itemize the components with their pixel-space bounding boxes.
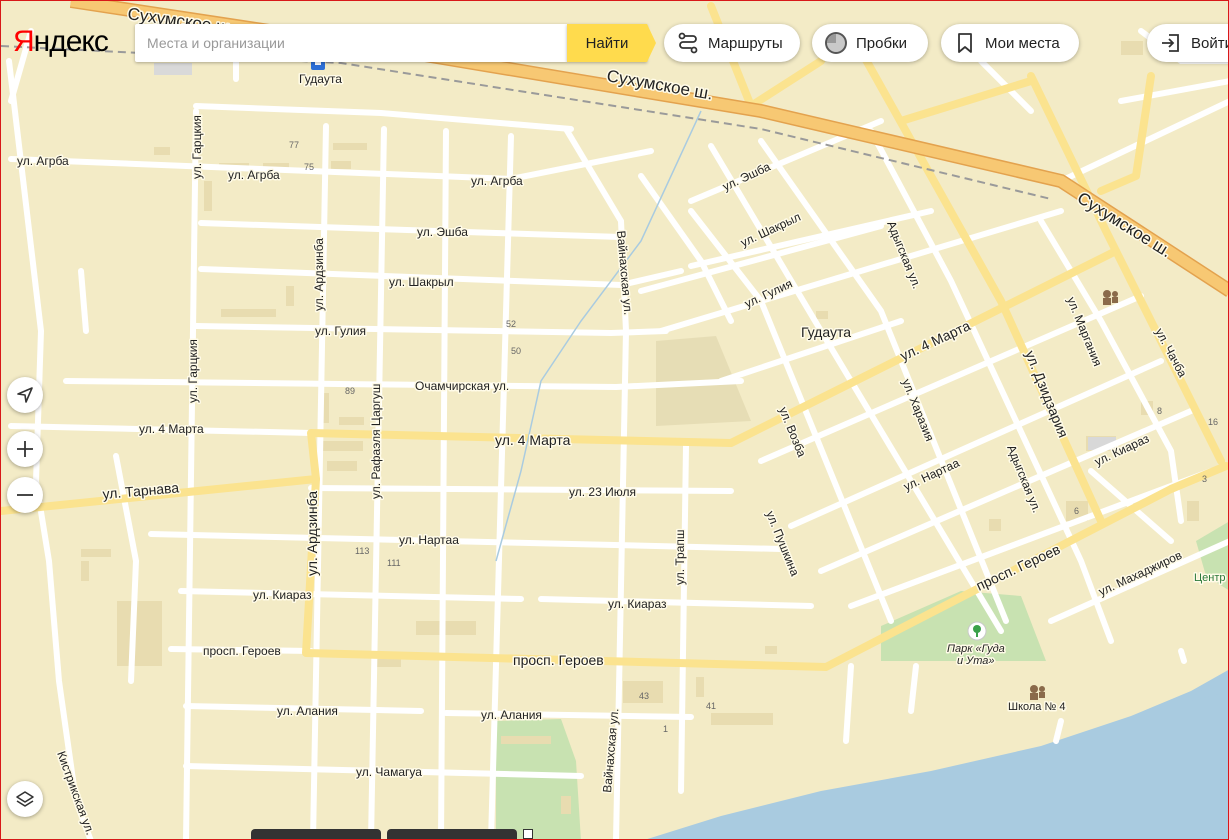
- svg-text:1: 1: [663, 724, 668, 734]
- svg-text:16: 16: [1208, 417, 1218, 427]
- map-frame: Сухумское ш. Сухумское ш. Сухумское ш. Г…: [0, 0, 1229, 840]
- routes-button[interactable]: Маршруты: [664, 24, 800, 62]
- svg-text:77: 77: [289, 140, 299, 150]
- park-label: Парк «Гуда: [947, 643, 1005, 655]
- street-label-nartaa: ул. Нартаа: [399, 533, 459, 547]
- station-label: Гудаута: [299, 72, 342, 86]
- street-label-rafael: ул. Рафаэля Царгуш: [369, 384, 383, 499]
- svg-text:113: 113: [355, 546, 369, 556]
- svg-text:111: 111: [387, 558, 401, 568]
- minus-icon: [17, 494, 33, 496]
- svg-text:3: 3: [1202, 474, 1207, 484]
- street-label-23-iyulya: ул. 23 Июля: [569, 485, 636, 499]
- street-label-agrba: ул. Агрба: [17, 154, 69, 168]
- svg-text:6: 6: [1074, 506, 1079, 516]
- zoom-in-button[interactable]: [7, 431, 43, 467]
- plus-icon: [17, 441, 33, 457]
- svg-text:89: 89: [345, 386, 355, 396]
- svg-text:52: 52: [506, 319, 516, 329]
- street-label-eshba: ул. Эшба: [417, 225, 468, 239]
- search-input[interactable]: [145, 24, 559, 62]
- login-label: Войти: [1191, 34, 1229, 52]
- street-label-shakryl: ул. Шакрыл: [389, 275, 454, 289]
- svg-text:41: 41: [706, 701, 716, 711]
- login-button[interactable]: Войти: [1147, 24, 1229, 62]
- routes-label: Маршруты: [708, 34, 783, 52]
- center-label: Центр: [1194, 572, 1226, 584]
- my-places-label: Мои места: [985, 34, 1060, 52]
- school-label: Школа № 4: [1008, 701, 1065, 713]
- street-label-trapsh: ул. Трапш: [673, 529, 687, 585]
- street-label-garckiya: ул. Гарцкия: [190, 115, 204, 179]
- street-label-guliya: ул. Гулия: [315, 324, 366, 338]
- street-label-alaniya: ул. Алания: [277, 704, 338, 718]
- layers-button[interactable]: [7, 781, 43, 817]
- street-label-ardzinba: ул. Ардзинба: [312, 238, 326, 311]
- svg-text:8: 8: [1157, 406, 1162, 416]
- street-label-4-marta: ул. 4 Марта: [495, 432, 571, 448]
- find-button[interactable]: Найти: [567, 24, 656, 62]
- routes-icon: [678, 32, 698, 54]
- bookmark-icon: [958, 33, 972, 53]
- street-label-chamagua: ул. Чамагуа: [356, 765, 422, 779]
- park-pin-icon[interactable]: [967, 621, 987, 641]
- street-label-4-marta: ул. 4 Марта: [139, 422, 204, 436]
- street-label-geroev: просп. Героев: [203, 644, 281, 658]
- location-arrow-icon: [17, 387, 33, 403]
- svg-text:43: 43: [639, 691, 649, 701]
- city-label: Гудаута: [801, 324, 851, 340]
- street-label-geroev: просп. Героев: [513, 652, 604, 668]
- street-label-garckiya: ул. Гарцкия: [186, 339, 200, 403]
- street-label-agrba: ул. Агрба: [228, 168, 280, 182]
- traffic-button[interactable]: Пробки: [812, 24, 928, 62]
- map-canvas[interactable]: Сухумское ш. Сухумское ш. Сухумское ш. Г…: [1, 1, 1229, 840]
- street-label-ochamchirskaya: Очамчирская ул.: [415, 379, 509, 393]
- street-label-kiaraz: ул. Киараз: [608, 597, 667, 611]
- street-label-kiaraz: ул. Киараз: [253, 588, 312, 602]
- bottom-promo-bar[interactable]: [251, 829, 381, 839]
- yandex-logo[interactable]: Яндекс: [13, 25, 109, 59]
- traffic-label: Пробки: [856, 34, 907, 52]
- locate-button[interactable]: [7, 377, 43, 413]
- my-places-button[interactable]: Мои места: [941, 24, 1079, 62]
- traffic-icon: [825, 32, 847, 54]
- layers-icon: [16, 791, 34, 807]
- login-icon: [1162, 34, 1179, 52]
- close-icon[interactable]: [523, 829, 533, 839]
- street-label-ardzinba: ул. Ардзинба: [304, 491, 320, 576]
- svg-text:75: 75: [304, 162, 314, 172]
- zoom-out-button[interactable]: [7, 477, 43, 513]
- street-label-alaniya: ул. Алания: [481, 708, 542, 722]
- street-label-agrba: ул. Агрба: [471, 174, 523, 188]
- svg-text:50: 50: [511, 346, 521, 356]
- park-label: и Ута»: [957, 655, 994, 667]
- bottom-promo-bar[interactable]: [387, 829, 517, 839]
- search-box[interactable]: [135, 24, 567, 62]
